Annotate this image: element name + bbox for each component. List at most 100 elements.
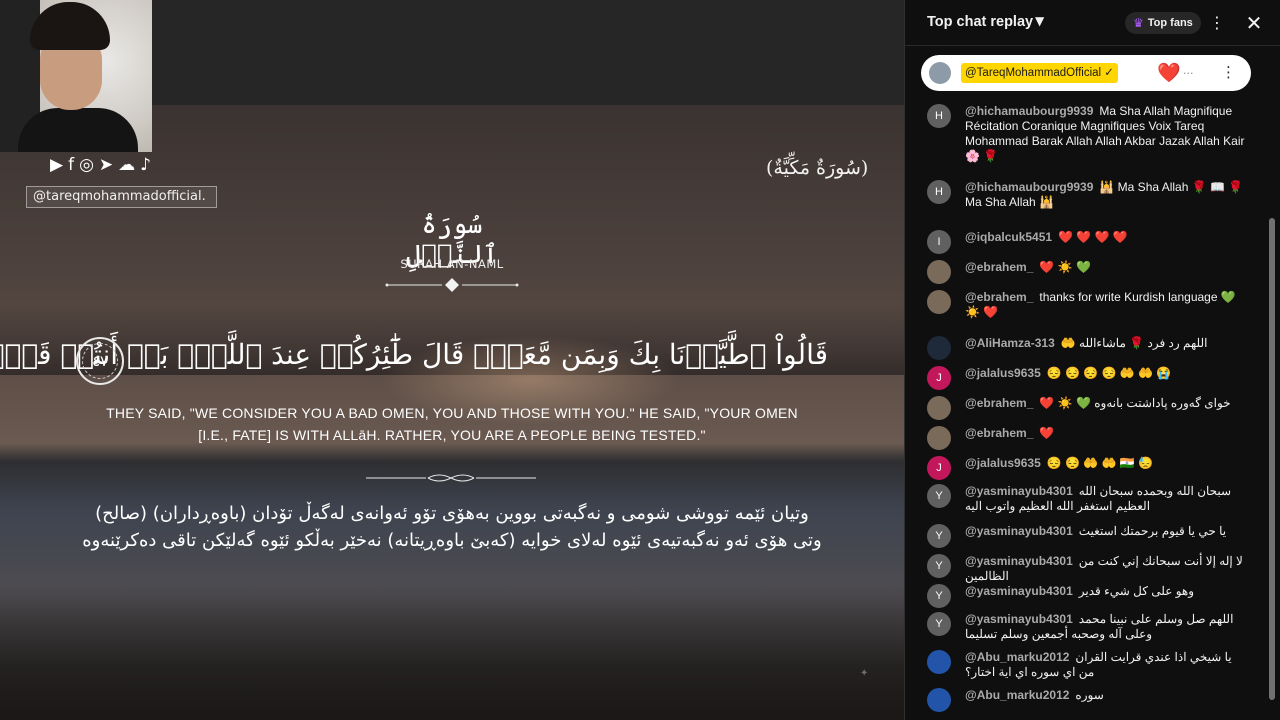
avatar[interactable]: Y [927,484,951,508]
chat-author[interactable]: @yasminayub4301 [965,524,1073,538]
chat-message[interactable]: Y @yasminayub4301 يا حي يا قيوم برحمتك است… [927,524,1247,548]
crown-icon: ♛ [1133,16,1144,30]
chat-message[interactable]: @ebrahem_ thanks for write Kurdish langua… [927,290,1247,320]
chevron-down-icon[interactable]: ▼ [1035,14,1044,28]
social-icons: ▶ f ◎ ➤ ☁ ♪ [50,155,151,175]
chat-message[interactable]: H @hichamaubourg9939 🕌 Ma Sha Allah 🌹 📖 🌹 … [927,180,1247,210]
verse-kurdish-line-2: وتی هۆی ئەو نەگبەتیەی ئێوە لەلای خوایە (… [82,530,822,551]
chat-message[interactable]: Y @yasminayub4301 لا إله إلا أنت سبحانك إن… [927,554,1247,584]
avatar[interactable] [927,688,951,712]
video-player[interactable]: ▶ f ◎ ➤ ☁ ♪ @tareqmohammadofficial. (سُو… [0,0,904,720]
chat-author[interactable]: @yasminayub4301 [965,484,1073,498]
chat-message[interactable]: Y @yasminayub4301 اللهم صل وسلم على نبينا … [927,612,1247,642]
chat-message[interactable]: @AliHamza-313 🤲 اللهم رد فرد 🌹 ماشاءالله [927,336,1247,360]
verse-divider [366,474,536,482]
chat-author[interactable]: @Abu_marku2012 [965,650,1069,664]
avatar[interactable] [927,650,951,674]
chat-message[interactable]: @ebrahem_ ❤️ [927,426,1247,450]
avatar [929,62,951,84]
avatar[interactable]: H [927,104,951,128]
chat-text: 😔 😔 😔 😔 🤲 🤲 😭 [1046,366,1172,380]
chat-message-body: @hichamaubourg9939 🕌 Ma Sha Allah 🌹 📖 🌹 M… [965,180,1247,210]
chat-message[interactable]: I @iqbalcuk5451 ❤️ ❤️ ❤️ ❤️ [927,230,1247,254]
chat-message[interactable]: H @hichamaubourg9939 Ma Sha Allah Magnifiq… [927,104,1247,164]
live-chat-panel: Top chat replay ▼ ♛ Top fans ⋮ ✕ @TareqM… [904,0,1280,720]
chat-author[interactable]: @ebrahem_ [965,426,1033,440]
chat-author[interactable]: @hichamaubourg9939 [965,180,1093,194]
chat-author[interactable]: @ebrahem_ [965,396,1033,410]
chat-header: Top chat replay ▼ ♛ Top fans ⋮ ✕ [905,0,1280,46]
pinned-trailing-text: ... [1183,64,1194,77]
chat-message[interactable]: @ebrahem_ ❤️ ☀️ 💚 [927,260,1247,284]
youtube-icon: ▶ [50,155,64,175]
avatar[interactable]: I [927,230,951,254]
chat-message[interactable]: @Abu_marku2012 سوره [927,688,1247,712]
verse-english: THEY SAID, "WE CONSIDER YOU A BAD OMEN, … [70,402,834,446]
avatar[interactable] [927,426,951,450]
avatar[interactable]: H [927,180,951,204]
chat-author[interactable]: @yasminayub4301 [965,584,1073,598]
chat-text: ❤️ [1039,426,1055,440]
chat-text: 😔 😔 🤲 🤲 🇮🇳 😓 [1046,456,1154,470]
chat-message-body: @iqbalcuk5451 ❤️ ❤️ ❤️ ❤️ [965,230,1247,245]
chat-message-body: @Abu_marku2012 يا شيخي اذا عندي قرايت الق… [965,650,1247,680]
chat-message-body: @jalalus9635 😔 😔 😔 😔 🤲 🤲 😭 [965,366,1247,381]
chat-author[interactable]: @AliHamza-313 [965,336,1055,350]
chat-author[interactable]: @jalalus9635 [965,456,1041,470]
webcam-overlay [0,0,152,152]
avatar[interactable] [927,290,951,314]
ornament-divider [385,278,519,292]
chat-author[interactable]: @ebrahem_ [965,290,1033,304]
chat-author[interactable]: @iqbalcuk5451 [965,230,1052,244]
chat-text: يا حي يا قيوم برحمتك استغيث [1078,524,1227,538]
avatar[interactable] [927,336,951,360]
heart-emoji: ❤️ [1157,62,1181,84]
chat-message-body: @ebrahem_ thanks for write Kurdish langua… [965,290,1247,320]
chat-message-body: @yasminayub4301 اللهم صل وسلم على نبينا م… [965,612,1247,642]
pinned-more-icon[interactable]: ⋮ [1221,63,1236,81]
chat-message-body: @AliHamza-313 🤲 اللهم رد فرد 🌹 ماشاءالله [965,336,1247,351]
avatar[interactable]: J [927,456,951,480]
close-icon[interactable]: ✕ [1243,10,1265,36]
avatar[interactable]: J [927,366,951,390]
chat-message-body: @ebrahem_ ❤️ ☀️ 💚 [965,260,1247,275]
watermark-logo: ✦ [860,668,869,679]
top-fans-label: Top fans [1147,17,1193,29]
facebook-icon: f [68,155,75,175]
avatar[interactable] [927,260,951,284]
chat-text: ❤️ ❤️ ❤️ ❤️ [1058,230,1128,244]
chat-author[interactable]: @Abu_marku2012 [965,688,1069,702]
avatar[interactable]: Y [927,612,951,636]
chat-message-body: @yasminayub4301 يا حي يا قيوم برحمتك استغ… [965,524,1247,539]
channel-handle: @tareqmohammadofficial. [26,186,217,208]
ayah-number: ٤٧ [91,352,109,370]
more-options-icon[interactable]: ⋮ [1209,12,1225,34]
verse-kurdish: وتیان ئێمە تووشی شومی و نەگبەتی بووین بە… [60,500,844,554]
pinned-author[interactable]: @TareqMohammadOfficial ✓ [961,63,1118,83]
chat-message-body: @yasminayub4301 سبحان الله وبحمده سبحان ا… [965,484,1247,514]
avatar[interactable]: Y [927,584,951,608]
chat-author[interactable]: @jalalus9635 [965,366,1041,380]
chat-message[interactable]: Y @yasminayub4301 سبحان الله وبحمده سبحان … [927,484,1247,514]
chat-message[interactable]: @Abu_marku2012 يا شيخي اذا عندي قرايت الق… [927,650,1247,680]
avatar[interactable]: Y [927,524,951,548]
chat-author[interactable]: @yasminayub4301 [965,554,1073,568]
pinned-message[interactable]: @TareqMohammadOfficial ✓ ❤️ ... ⋮ [921,55,1251,91]
chat-message[interactable]: Y @yasminayub4301 وهو على كل شيء قدير [927,584,1247,608]
chat-message[interactable]: J @jalalus9635 😔 😔 😔 😔 🤲 🤲 😭 [927,366,1247,390]
tiktok-icon: ♪ [140,155,152,175]
chat-message-list[interactable]: H @hichamaubourg9939 Ma Sha Allah Magnifiq… [905,96,1280,716]
telegram-icon: ➤ [98,155,114,175]
avatar[interactable]: Y [927,554,951,578]
chat-mode-dropdown[interactable]: Top chat replay [927,14,1033,30]
avatar[interactable] [927,396,951,420]
chat-message-body: @yasminayub4301 لا إله إلا أنت سبحانك إني… [965,554,1247,584]
chat-message-body: @hichamaubourg9939 Ma Sha Allah Magnifiqu… [965,104,1247,164]
top-fans-button[interactable]: ♛ Top fans [1125,12,1201,34]
chat-message[interactable]: J @jalalus9635 😔 😔 🤲 🤲 🇮🇳 😓 [927,456,1247,480]
chat-author[interactable]: @yasminayub4301 [965,612,1073,626]
chat-message[interactable]: @ebrahem_ ❤️ ☀️ 💚 خوای گەورە پاداشتت بانە… [927,396,1247,420]
chat-author[interactable]: @ebrahem_ [965,260,1033,274]
chat-author[interactable]: @hichamaubourg9939 [965,104,1093,118]
chat-scrollbar[interactable] [1269,218,1275,700]
